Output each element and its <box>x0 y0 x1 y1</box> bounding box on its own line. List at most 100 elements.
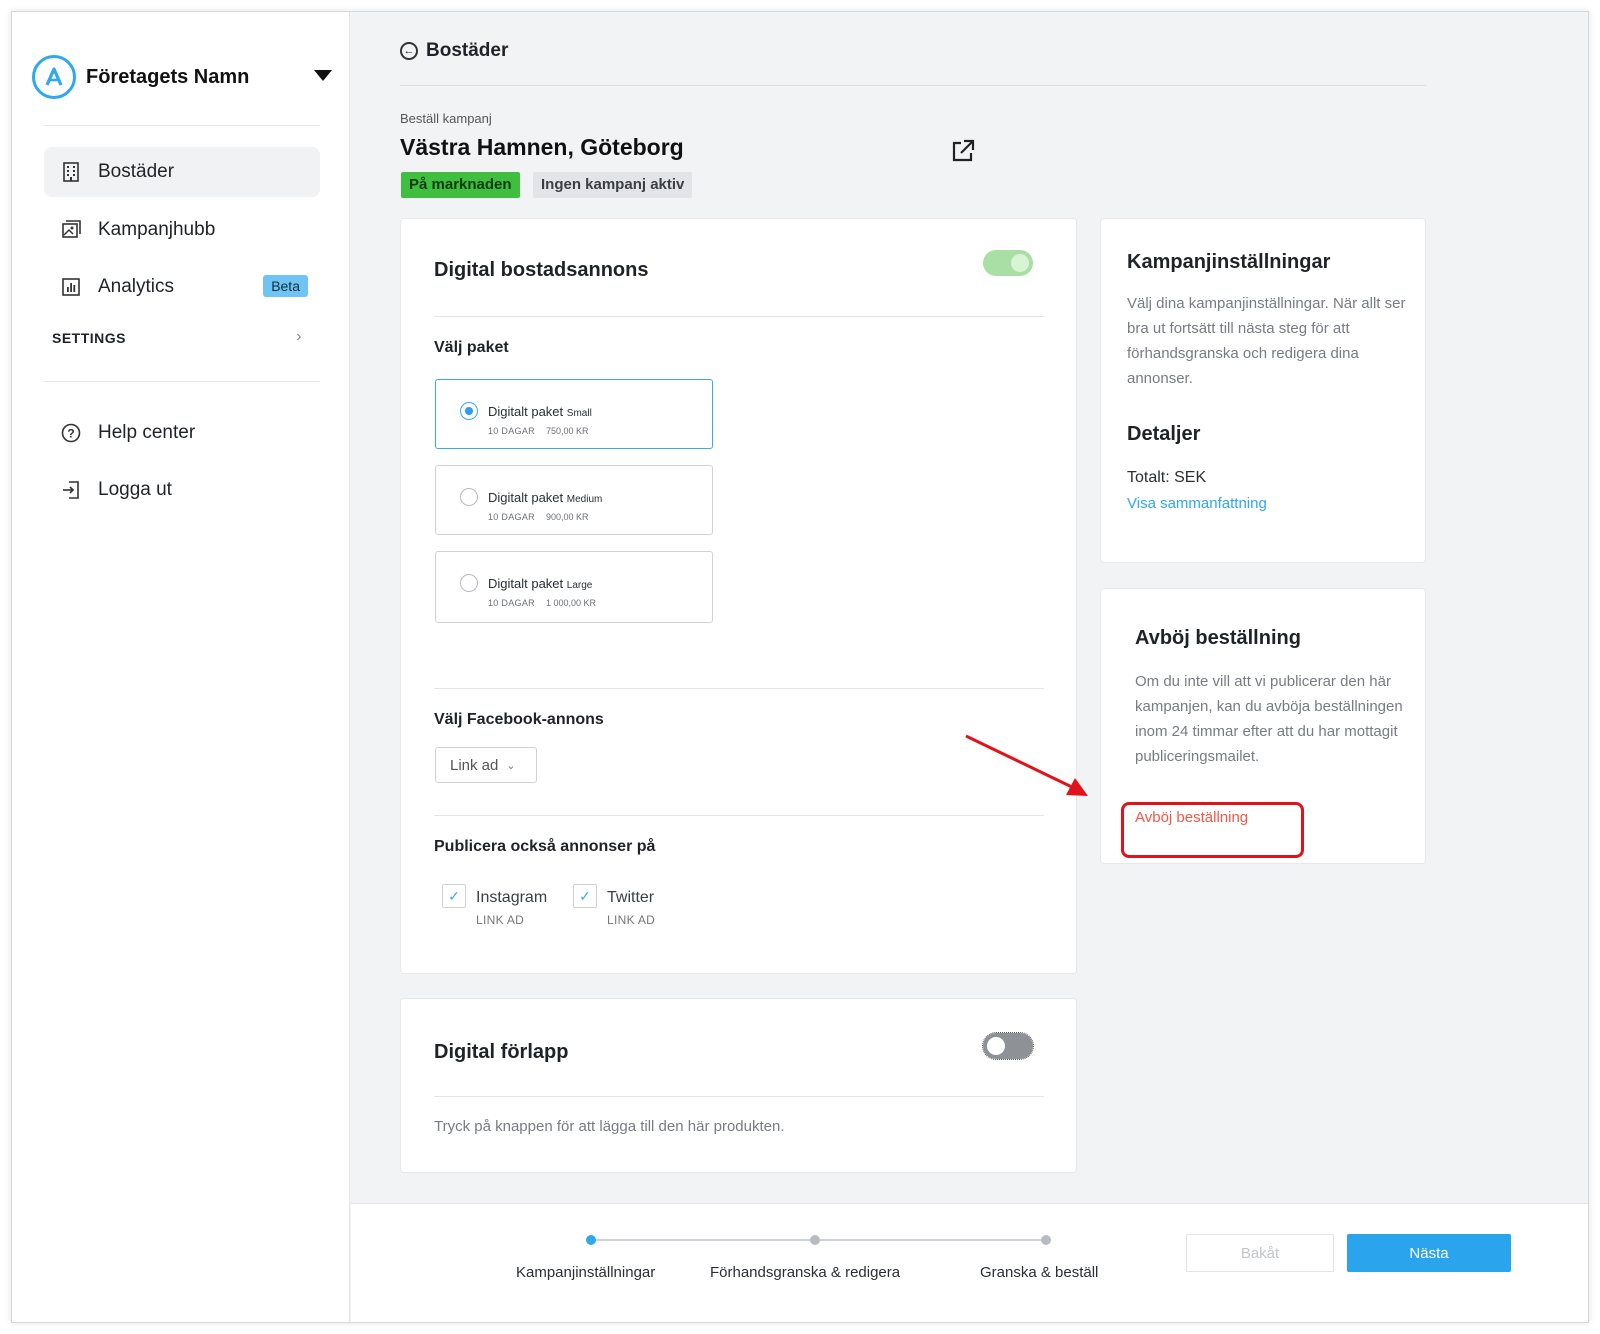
twitter-checkbox[interactable]: ✓ <box>573 884 597 908</box>
sidebar-item-bostader[interactable]: Bostäder <box>44 147 320 197</box>
sidebar-item-label: Bostäder <box>98 161 175 182</box>
divider <box>434 1096 1044 1097</box>
toggle-knob <box>1011 254 1029 272</box>
package-name: Digitalt paket Medium <box>488 490 602 505</box>
package-name-text: Digitalt paket <box>488 576 564 591</box>
facebook-ad-select[interactable]: Link ad ⌄ <box>435 747 537 783</box>
campaign-title: Västra Hamnen, Göteborg <box>400 134 684 160</box>
footer-bar: Kampanjinställningar Förhandsgranska & r… <box>351 1203 1588 1322</box>
next-button[interactable]: Nästa <box>1347 1234 1511 1272</box>
preroll-description: Tryck på knappen för att lägga till den … <box>434 1118 785 1135</box>
digital-preroll-toggle[interactable] <box>982 1032 1034 1060</box>
package-label: Välj paket <box>434 339 509 356</box>
sidebar-item-logout[interactable]: Logga ut <box>44 465 320 515</box>
image-gallery-icon <box>60 219 82 241</box>
step-label-1: Kampanjinställningar <box>516 1264 656 1281</box>
package-name: Digitalt paket Large <box>488 576 592 591</box>
caret-down-icon[interactable] <box>314 70 332 81</box>
package-name-text: Digitalt paket <box>488 490 564 505</box>
package-option-large[interactable]: Digitalt paket Large 10 DAGAR 1 000,00 K… <box>435 551 713 623</box>
divider <box>434 316 1044 317</box>
back-link[interactable]: ← Bostäder <box>400 40 508 62</box>
instagram-checkbox[interactable]: ✓ <box>442 884 466 908</box>
checkmark-icon: ✓ <box>579 887 591 904</box>
status-badge-on-market: På marknaden <box>401 172 520 198</box>
settings-label: SETTINGS <box>52 330 127 346</box>
instagram-ad-type: LINK AD <box>476 913 525 927</box>
step-dot-1[interactable] <box>586 1235 596 1245</box>
app-window: Företagets Namn Bostäder Kampanjhubb Ana… <box>11 11 1589 1323</box>
sidebar-item-analytics[interactable]: Analytics Beta <box>44 262 320 312</box>
digital-ad-card: Digital bostadsannons Välj paket Digital… <box>400 218 1077 974</box>
sidebar-item-kampanjhubb[interactable]: Kampanjhubb <box>44 205 320 255</box>
divider <box>434 815 1044 816</box>
page-title: Bostäder <box>426 40 509 61</box>
sidebar-divider <box>44 381 320 382</box>
sidebar-item-label: Help center <box>98 422 196 443</box>
decline-order-description: Om du inte vill att vi publicerar den hä… <box>1135 673 1403 765</box>
facebook-ad-value: Link ad <box>450 756 499 774</box>
page-header: ← Bostäder <box>400 40 1426 86</box>
digital-ad-toggle[interactable] <box>983 250 1033 276</box>
digital-preroll-card: Digital förlapp Tryck på knappen för att… <box>400 998 1077 1173</box>
package-days: 10 DAGAR <box>488 426 535 436</box>
svg-text:?: ? <box>67 427 74 441</box>
sidebar-item-help-center[interactable]: ? Help center <box>44 408 320 458</box>
package-size: Large <box>566 580 593 591</box>
package-price: 900,00 KR <box>546 512 589 522</box>
sidebar-item-label: Logga ut <box>98 479 172 500</box>
sidebar: Företagets Namn Bostäder Kampanjhubb Ana… <box>12 12 350 1322</box>
sidebar-item-label: Kampanjhubb <box>98 219 216 240</box>
help-circle-icon: ? <box>60 422 82 444</box>
package-name-text: Digitalt paket <box>488 404 564 419</box>
chevron-right-icon: › <box>296 328 302 345</box>
status-badge-no-campaign: Ingen kampanj aktiv <box>533 172 693 198</box>
campaign-settings-description: Välj dina kampanjinställningar. När allt… <box>1127 295 1406 387</box>
chevron-down-icon: ⌄ <box>506 759 516 772</box>
package-name: Digitalt paket Small <box>488 404 592 419</box>
details-title: Detaljer <box>1127 423 1201 445</box>
package-size: Medium <box>566 494 603 505</box>
building-icon <box>60 161 82 183</box>
decline-order-title: Avböj beställning <box>1135 627 1301 649</box>
package-days: 10 DAGAR <box>488 512 535 522</box>
package-price: 750,00 KR <box>546 426 589 436</box>
radio-button[interactable] <box>460 574 478 592</box>
digital-ad-title: Digital bostadsannons <box>434 259 649 281</box>
arrow-left-circle-icon: ← <box>400 42 418 60</box>
show-summary-link[interactable]: Visa sammanfattning <box>1127 495 1267 512</box>
step-label-2: Förhandsgranska & redigera <box>710 1264 901 1281</box>
settings-section[interactable]: SETTINGS › <box>52 328 302 346</box>
checkmark-icon: ✓ <box>448 887 460 904</box>
step-dot-2[interactable] <box>810 1235 820 1245</box>
company-switcher[interactable]: Företagets Namn <box>32 54 332 100</box>
radio-dot <box>465 407 473 415</box>
twitter-label: Twitter <box>607 889 655 906</box>
sidebar-item-label: Analytics <box>98 276 175 297</box>
instagram-label: Instagram <box>476 889 548 906</box>
step-label-3: Granska & beställ <box>980 1264 1099 1281</box>
digital-preroll-title: Digital förlapp <box>434 1041 569 1063</box>
order-campaign-label: Beställ kampanj <box>400 111 492 126</box>
logout-icon <box>60 479 82 501</box>
toggle-knob <box>987 1037 1005 1055</box>
package-days: 10 DAGAR <box>488 598 535 608</box>
beta-badge: Beta <box>263 275 308 297</box>
bar-chart-icon <box>60 276 82 298</box>
step-dot-3[interactable] <box>1041 1235 1051 1245</box>
radio-button[interactable] <box>460 402 478 420</box>
annotation-arrow-icon <box>965 734 1088 796</box>
twitter-ad-type: LINK AD <box>607 913 656 927</box>
divider <box>434 688 1044 689</box>
company-logo-icon <box>32 55 76 99</box>
sidebar-divider <box>44 125 320 126</box>
external-link-icon[interactable] <box>950 138 976 164</box>
annotation-highlight-box <box>1121 802 1304 858</box>
radio-button[interactable] <box>460 488 478 506</box>
campaign-settings-title: Kampanjinställningar <box>1127 251 1331 273</box>
package-option-small[interactable]: Digitalt paket Small 10 DAGAR 750,00 KR <box>435 379 713 449</box>
package-option-medium[interactable]: Digitalt paket Medium 10 DAGAR 900,00 KR <box>435 465 713 535</box>
also-publish-label: Publicera också annonser på <box>434 838 656 855</box>
package-price: 1 000,00 KR <box>546 598 597 608</box>
back-button[interactable]: Bakåt <box>1186 1234 1334 1272</box>
